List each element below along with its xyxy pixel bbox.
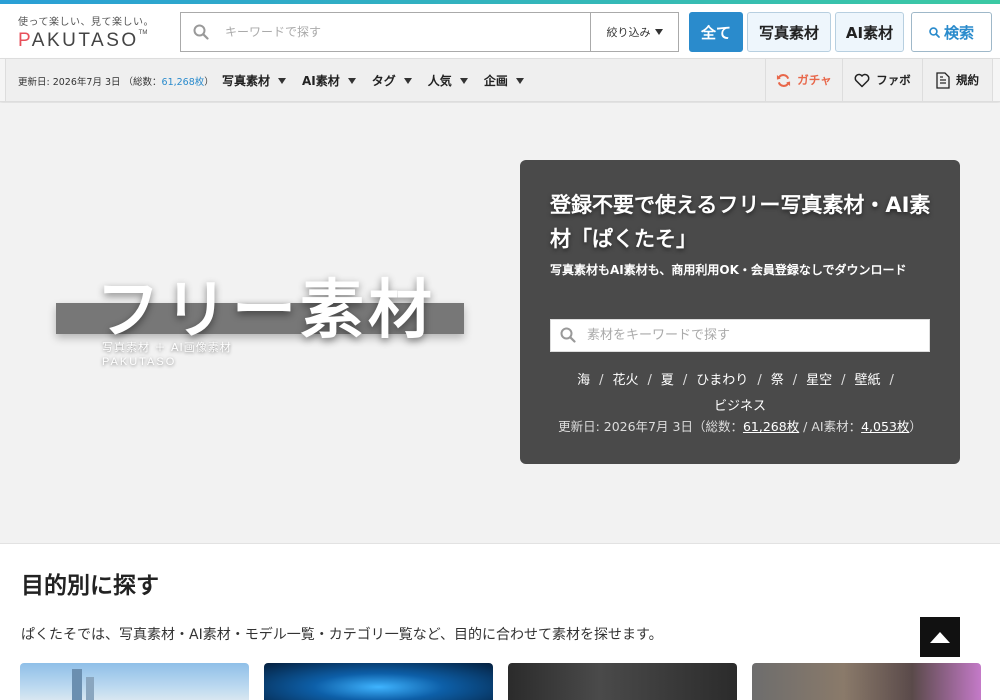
building-shape [86, 677, 94, 700]
nav-item-label: タグ [371, 74, 396, 88]
purpose-card-ai[interactable] [264, 663, 493, 700]
logo-wordmark: PAKUTASOTM [18, 30, 148, 51]
nav-item-ai[interactable]: AI素材 [302, 72, 356, 89]
gacha-button[interactable]: ガチャ [765, 59, 842, 101]
tag-link[interactable]: 花火 [612, 373, 638, 388]
purpose-title: 目的別に探す [21, 573, 159, 599]
nav-item-projects[interactable]: 企画 [484, 72, 524, 89]
heart-icon [854, 73, 870, 87]
tag-separator: / [792, 373, 798, 388]
chevron-down-icon [654, 29, 663, 35]
arrow-up-icon [930, 631, 950, 643]
chevron-down-icon [459, 77, 468, 84]
logo-tagline: 使って楽しい、見て楽しい。 [18, 17, 154, 28]
tag-link[interactable]: 夏 [661, 373, 674, 388]
favorites-label: ファボ [876, 73, 911, 87]
building-shape [72, 669, 82, 700]
popular-tags: 海 / 花火 / 夏 / ひまわり / 祭 / 星空 / 壁紙 / ビジネス [550, 368, 930, 420]
hero-logo: フリー素材 写真素材 ＋ AI画像素材 PAKUTASO [56, 259, 466, 379]
chevron-down-icon [347, 77, 356, 84]
nav-item-label: 人気 [427, 74, 452, 88]
nav-right-group: ガチャ ファボ 規約 [765, 59, 992, 101]
tag-link[interactable]: ひまわり [696, 373, 748, 388]
search-icon [560, 327, 576, 343]
purpose-card-photo[interactable] [20, 663, 249, 700]
chevron-down-icon [403, 77, 412, 84]
tag-separator: / [682, 373, 688, 388]
card-search [550, 319, 930, 352]
card-ai-count[interactable]: 4,053枚 [861, 419, 909, 434]
nav-item-label: 企画 [483, 74, 508, 88]
nav-item-tags[interactable]: タグ [372, 72, 412, 89]
purpose-section: 目的別に探す ぱくたそでは、写真素材・AI素材・モデル一覧・カテゴリ一覧など、目… [0, 543, 1000, 700]
chevron-down-icon [278, 77, 287, 84]
hero-brand: PAKUTASO [102, 356, 177, 368]
search-button-label: 検索 [943, 23, 974, 42]
nav-item-photo[interactable]: 写真素材 [222, 72, 287, 89]
update-info: 更新日: 2026年7月 3日 （総数：61,268枚） [18, 74, 214, 88]
tag-separator: / [841, 373, 846, 388]
type-ai-button[interactable]: AI素材 [835, 12, 904, 52]
nav-item-popular[interactable]: 人気 [428, 72, 468, 89]
tag-separator: / [599, 373, 604, 388]
back-to-top-button[interactable] [920, 617, 960, 657]
update-prefix: 更新日: 2026年7月 3日 （総数： [18, 77, 162, 88]
nav-item-label: AI素材 [302, 74, 340, 88]
filter-label: 絞り込み [606, 26, 651, 39]
purpose-card-models[interactable] [508, 663, 737, 700]
tag-link[interactable]: 壁紙 [855, 373, 881, 388]
hero-section: フリー素材 写真素材 ＋ AI画像素材 PAKUTASO 登録不要で使えるフリー… [0, 103, 1000, 543]
tag-separator: / [889, 373, 894, 388]
rules-label: 規約 [956, 73, 979, 87]
card-update-prefix: 更新日: 2026年7月 3日（総数： [558, 419, 743, 434]
update-suffix: ） [204, 77, 214, 88]
tag-link[interactable]: 祭 [771, 373, 784, 388]
hero-title: フリー素材 [96, 274, 436, 348]
filter-dropdown[interactable]: 絞り込み [590, 13, 678, 51]
card-total-count[interactable]: 61,268枚 [743, 419, 799, 434]
search-icon [929, 26, 940, 38]
sub-navigation-inner: 更新日: 2026年7月 3日 （総数：61,268枚） 写真素材 AI素材 タ… [5, 59, 993, 101]
purpose-card-categories[interactable] [752, 663, 981, 700]
type-photo-button[interactable]: 写真素材 [747, 12, 831, 52]
search-input[interactable] [225, 13, 585, 51]
hero-search-card: 登録不要で使えるフリー写真素材・AI素材「ぱくたそ」 写真素材もAI素材も、商用… [520, 160, 960, 464]
sub-navigation: 更新日: 2026年7月 3日 （総数：61,268枚） 写真素材 AI素材 タ… [0, 58, 1000, 102]
card-update-suffix: ） [909, 419, 922, 434]
favorites-button[interactable]: ファボ [842, 59, 922, 101]
card-title: 登録不要で使えるフリー写真素材・AI素材「ぱくたそ」 [550, 193, 931, 251]
hero-subtitle: 写真素材 ＋ AI画像素材 [102, 341, 232, 354]
nav-menu: 写真素材 AI素材 タグ 人気 企画 [222, 72, 524, 89]
gacha-label: ガチャ [797, 73, 832, 87]
tag-link[interactable]: 星空 [806, 373, 832, 388]
header-search: 絞り込み [180, 12, 679, 52]
chevron-down-icon [515, 77, 524, 84]
tag-separator: / [757, 373, 762, 388]
refresh-icon [777, 73, 791, 87]
card-ai-label: / AI素材： [799, 419, 862, 434]
tag-separator: / [647, 373, 652, 388]
document-icon [936, 71, 950, 89]
purpose-description: ぱくたそでは、写真素材・AI素材・モデル一覧・カテゴリ一覧など、目的に合わせて素… [21, 627, 663, 643]
rules-button[interactable]: 規約 [922, 59, 992, 101]
card-update-info: 更新日: 2026年7月 3日（総数：61,268枚 / AI素材：4,053枚… [550, 416, 930, 435]
update-count: 61,268枚 [161, 77, 205, 88]
card-search-input[interactable] [587, 320, 917, 351]
tag-link[interactable]: ビジネス [714, 399, 766, 414]
site-logo[interactable]: 使って楽しい、見て楽しい。 PAKUTASOTM [18, 13, 158, 53]
tag-link[interactable]: 海 [577, 373, 590, 388]
site-header: 使って楽しい、見て楽しい。 PAKUTASOTM 絞り込み 全て 写真素材 AI… [0, 4, 1000, 58]
type-all-button[interactable]: 全て [689, 12, 743, 52]
search-button[interactable]: 検索 [911, 12, 992, 52]
card-description: 写真素材もAI素材も、商用利用OK・会員登録なしでダウンロード [550, 263, 907, 277]
nav-item-label: 写真素材 [222, 74, 271, 88]
search-icon [193, 24, 209, 40]
